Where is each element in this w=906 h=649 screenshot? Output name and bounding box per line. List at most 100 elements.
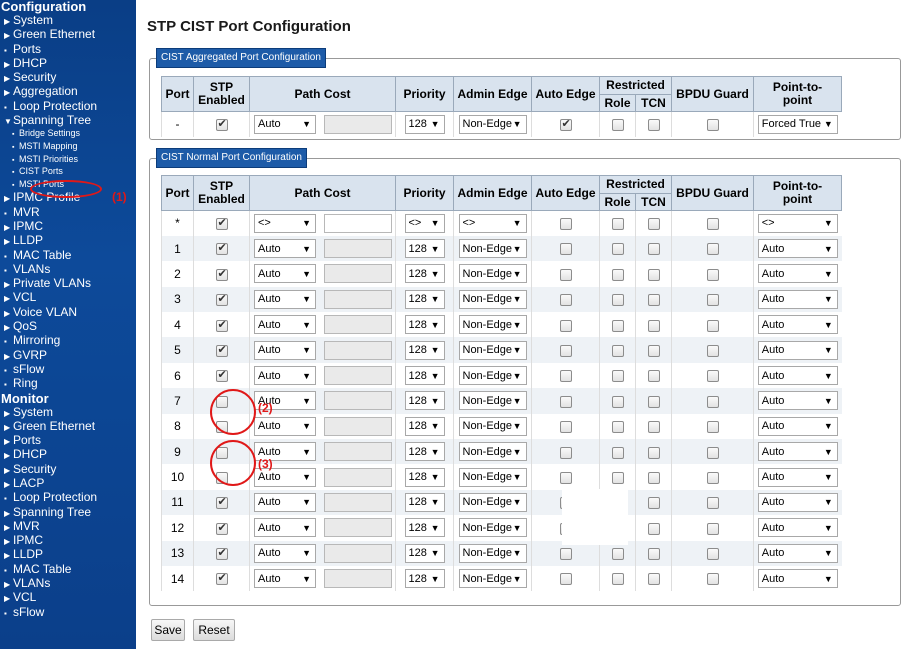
restricted-tcn-checkbox[interactable]: [647, 497, 660, 510]
restricted-tcn-checkbox[interactable]: [647, 395, 660, 408]
sidebar-config-item2-1[interactable]: ▪ MVR: [0, 205, 136, 220]
path-cost-input[interactable]: [324, 366, 392, 386]
path-cost-input[interactable]: [324, 289, 392, 309]
sidebar-config-item-4[interactable]: ▶ Security: [0, 71, 136, 85]
restricted-role-checkbox[interactable]: [611, 548, 624, 561]
point-to-point-select[interactable]: Auto ▼: [757, 518, 838, 538]
sidebar-config-item2-13[interactable]: ▪ Ring: [0, 377, 136, 391]
priority-select[interactable]: 128 ▼: [404, 391, 445, 411]
stp-enabled-checkbox[interactable]: [215, 495, 228, 510]
sidebar-monitor-item-10[interactable]: ▶ LLDP: [0, 548, 136, 562]
restricted-role-checkbox[interactable]: [611, 573, 624, 586]
point-to-point-select[interactable]: Auto ▼: [757, 239, 838, 259]
stp-enabled-checkbox[interactable]: [215, 292, 228, 307]
sidebar-stp-subitem-2[interactable]: ▪ MSTI Priorities: [0, 154, 136, 167]
auto-edge-checkbox[interactable]: [559, 446, 572, 459]
stp-enabled-checkbox[interactable]: [215, 117, 228, 132]
path-cost-input[interactable]: [324, 543, 392, 563]
priority-select[interactable]: 128 ▼: [404, 492, 445, 512]
point-to-point-select[interactable]: Auto ▼: [757, 416, 838, 436]
stp-enabled-checkbox[interactable]: [215, 318, 228, 332]
sidebar-monitor-item-14[interactable]: ▪ sFlow: [0, 605, 136, 620]
sidebar-monitor-item-4[interactable]: ▶ Security: [0, 462, 136, 477]
restricted-role-checkbox[interactable]: [611, 319, 624, 332]
restricted-role-checkbox[interactable]: [611, 344, 624, 357]
path-cost-select[interactable]: Auto ▼: [254, 366, 316, 386]
sidebar-config-item2-10[interactable]: ▪ Mirroring: [0, 334, 136, 348]
path-cost-input[interactable]: [324, 442, 392, 462]
admin-edge-select[interactable]: Non-Edge ▼: [458, 492, 527, 512]
priority-select[interactable]: 128 ▼: [404, 442, 445, 462]
priority-select[interactable]: 128 ▼: [404, 289, 445, 309]
priority-select[interactable]: <> ▼: [404, 213, 445, 233]
sidebar-config-item2-3[interactable]: ▶ LLDP: [0, 234, 136, 248]
bpdu-guard-checkbox[interactable]: [706, 522, 719, 535]
sidebar-config-item2-9[interactable]: ▶ QoS: [0, 319, 136, 334]
sidebar-config-item2-5[interactable]: ▪ VLANs: [0, 262, 136, 277]
stp-enabled-checkbox[interactable]: [215, 267, 228, 281]
auto-edge-checkbox[interactable]: [559, 421, 572, 434]
auto-edge-checkbox[interactable]: [559, 344, 572, 357]
restricted-role-checkbox[interactable]: [611, 446, 624, 459]
path-cost-select[interactable]: Auto ▼: [254, 543, 316, 563]
sidebar-config-item-2[interactable]: ▪ Ports: [0, 42, 136, 57]
point-to-point-select[interactable]: Auto ▼: [757, 467, 838, 487]
point-to-point-select[interactable]: Auto ▼: [757, 391, 838, 411]
auto-edge-checkbox[interactable]: [559, 243, 572, 256]
path-cost-select[interactable]: Auto ▼: [254, 289, 316, 309]
sidebar-config-item2-11[interactable]: ▶ GVRP: [0, 348, 136, 363]
sidebar-monitor-item-2[interactable]: ▶ Ports: [0, 433, 136, 448]
auto-edge-checkbox[interactable]: [559, 471, 572, 484]
admin-edge-select[interactable]: Non-Edge ▼: [458, 467, 527, 487]
priority-select[interactable]: 128 ▼: [404, 114, 445, 134]
bpdu-guard-checkbox[interactable]: [706, 319, 719, 332]
point-to-point-select[interactable]: Auto ▼: [757, 264, 838, 284]
auto-edge-checkbox[interactable]: [559, 548, 572, 561]
priority-select[interactable]: 128 ▼: [404, 264, 445, 284]
admin-edge-select[interactable]: <> ▼: [458, 213, 527, 233]
admin-edge-select[interactable]: Non-Edge ▼: [458, 442, 527, 462]
path-cost-input[interactable]: [324, 391, 392, 411]
path-cost-input[interactable]: [324, 114, 392, 134]
sidebar-heading-configuration[interactable]: Configuration: [0, 0, 136, 14]
restricted-tcn-checkbox[interactable]: [647, 294, 660, 307]
admin-edge-select[interactable]: Non-Edge ▼: [458, 239, 527, 259]
restricted-tcn-checkbox[interactable]: [647, 548, 660, 561]
stp-enabled-checkbox[interactable]: [215, 368, 228, 383]
auto-edge-checkbox[interactable]: [559, 218, 572, 231]
bpdu-guard-checkbox[interactable]: [706, 370, 719, 383]
restricted-tcn-checkbox[interactable]: [647, 471, 660, 484]
path-cost-select[interactable]: Auto ▼: [254, 239, 316, 259]
sidebar-config-item2-2[interactable]: ▶ IPMC: [0, 219, 136, 234]
bpdu-guard-checkbox[interactable]: [706, 471, 719, 484]
admin-edge-select[interactable]: Non-Edge ▼: [458, 315, 527, 335]
restricted-tcn-checkbox[interactable]: [647, 344, 660, 357]
reset-button[interactable]: Reset: [193, 619, 235, 641]
point-to-point-select[interactable]: Auto ▼: [757, 340, 838, 360]
sidebar-config-item2-12[interactable]: ▪ sFlow: [0, 362, 136, 377]
restricted-role-checkbox[interactable]: [611, 218, 624, 231]
sidebar-monitor-item-1[interactable]: ▶ Green Ethernet: [0, 419, 136, 434]
path-cost-input[interactable]: [324, 416, 392, 436]
restricted-tcn-checkbox[interactable]: [647, 370, 660, 383]
sidebar-stp-subitem-1[interactable]: ▪ MSTI Mapping: [0, 141, 136, 154]
sidebar-monitor-item-3[interactable]: ▶ DHCP: [0, 448, 136, 462]
sidebar-stp-subitem-0[interactable]: ▪ Bridge Settings: [0, 128, 136, 141]
sidebar-monitor-item-6[interactable]: ▪ Loop Protection: [0, 491, 136, 505]
sidebar-monitor-item-12[interactable]: ▶ VLANs: [0, 576, 136, 591]
point-to-point-select[interactable]: Auto ▼: [757, 569, 838, 589]
sidebar-config-item-5[interactable]: ▶ Aggregation: [0, 85, 136, 99]
bpdu-guard-checkbox[interactable]: [706, 218, 719, 231]
stp-enabled-checkbox[interactable]: [215, 216, 228, 231]
sidebar-monitor-item-7[interactable]: ▶ Spanning Tree: [0, 505, 136, 520]
stp-enabled-checkbox[interactable]: [215, 241, 228, 256]
admin-edge-select[interactable]: Non-Edge ▼: [458, 289, 527, 309]
bpdu-guard-checkbox[interactable]: [706, 421, 719, 434]
auto-edge-checkbox[interactable]: [559, 395, 572, 408]
sidebar-config-item-3[interactable]: ▶ DHCP: [0, 56, 136, 71]
priority-select[interactable]: 128 ▼: [404, 315, 445, 335]
restricted-tcn-checkbox[interactable]: [647, 522, 660, 535]
auto-edge-checkbox[interactable]: [559, 319, 572, 332]
point-to-point-select[interactable]: Auto ▼: [757, 543, 838, 563]
sidebar-stp-subitem-3[interactable]: ▪ CIST Ports: [0, 166, 136, 179]
